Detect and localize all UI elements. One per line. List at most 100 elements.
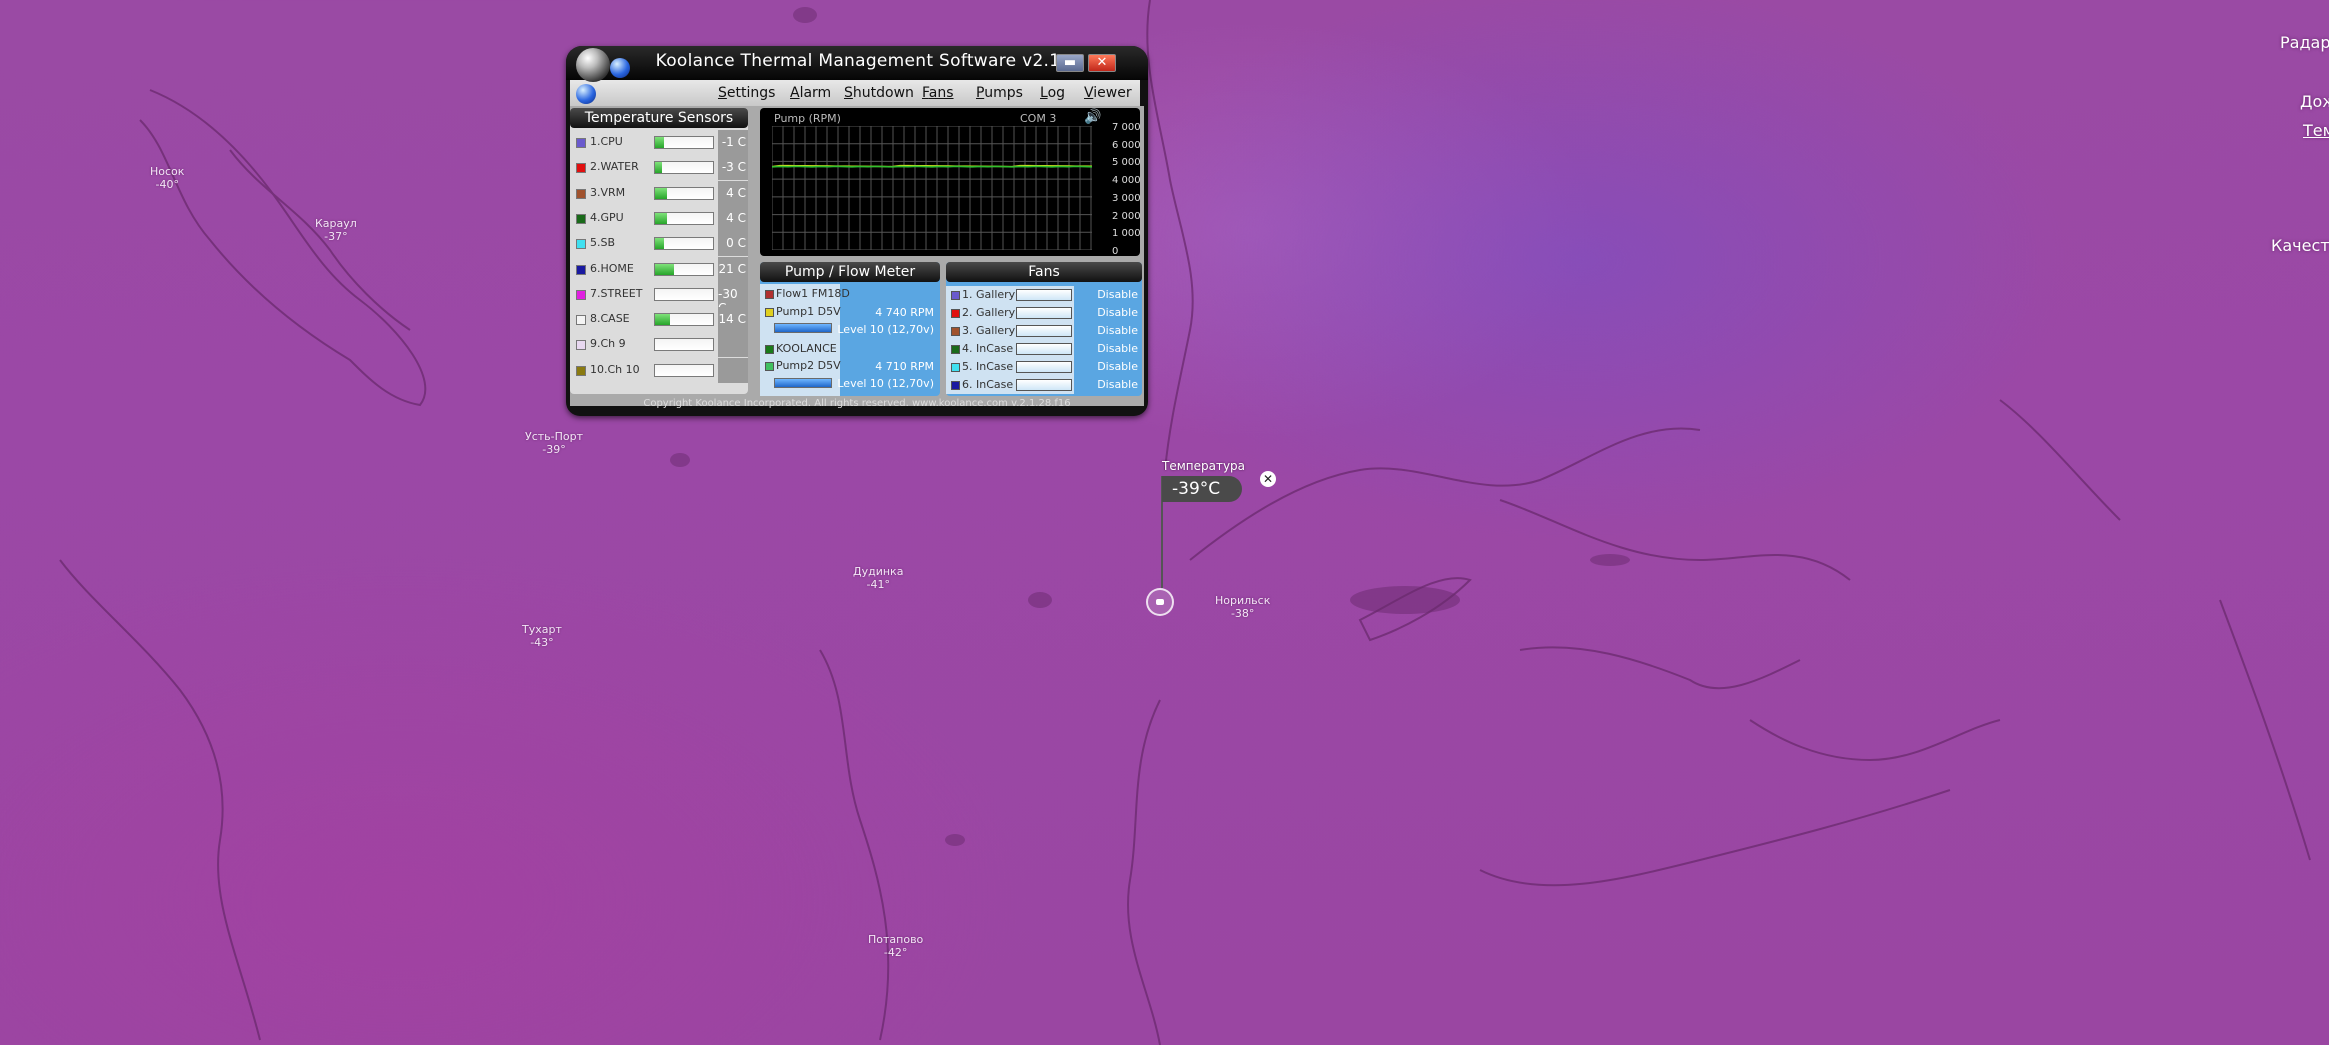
graph-plot — [772, 126, 1093, 250]
menu-settings[interactable]: Settings — [718, 85, 775, 101]
pump2-label: Pump2 D5V — [776, 359, 841, 372]
sensor-value-cell: 14 C — [718, 307, 748, 333]
side-menu-temperature[interactable]: Тем — [2303, 121, 2329, 140]
city-label[interactable]: Носок -40° — [150, 165, 184, 191]
menu-mnemonic: F — [922, 85, 929, 101]
fan-color-swatch — [951, 291, 960, 300]
flow1-label: Flow1 FM18D — [776, 287, 850, 300]
menu-bar: Settings Alarm Shutdown Fans Pumps Log V… — [640, 80, 1140, 106]
sensor-color-swatch[interactable] — [576, 239, 586, 250]
fan-disable-button[interactable]: Disable — [1097, 360, 1138, 373]
sensor-color-swatch[interactable] — [576, 188, 586, 199]
side-menu-quality[interactable]: Качеств — [2271, 236, 2329, 255]
pump-flow-meter-panel: Pump / Flow Meter Flow1 FM18D Pump1 D5V … — [760, 262, 940, 396]
city-temp: -43° — [530, 636, 554, 649]
pump1-level-bar[interactable] — [774, 323, 832, 333]
city-temp: -39° — [542, 443, 566, 456]
sensor-color-swatch[interactable] — [576, 138, 586, 148]
city-label[interactable]: Дудинка -41° — [853, 565, 903, 591]
city-label[interactable]: Усть-Порт -39° — [525, 430, 583, 456]
fan-disable-button[interactable]: Disable — [1097, 342, 1138, 355]
menu-viewer[interactable]: Viewer — [1084, 85, 1132, 101]
menu-label: ans — [928, 85, 954, 101]
location-marker-icon[interactable] — [1146, 588, 1174, 616]
pump2-level-bar[interactable] — [774, 378, 832, 388]
sensor-level-fill — [655, 137, 664, 148]
menu-label: iewer — [1093, 85, 1132, 101]
fan-speed-slider[interactable] — [1016, 343, 1072, 355]
sensor-level-bar — [654, 287, 714, 301]
menu-mnemonic: A — [790, 85, 800, 101]
fan-name: 5. InCase — [962, 360, 1014, 373]
fans-panel: Fans 1. Gallery Disable 2. Gallery Disable 3… — [946, 262, 1142, 396]
sensor-color-swatch[interactable] — [576, 264, 586, 275]
sensor-level-fill — [655, 212, 667, 224]
menu-fans[interactable]: Fans — [922, 85, 954, 101]
sensor-value-cell: -1 C — [718, 130, 748, 155]
sensor-name: 7.STREET — [590, 286, 643, 300]
temperature-sensors-header: Temperature Sensors — [570, 108, 748, 128]
menu-mnemonic: L — [1040, 85, 1048, 101]
sensor-value-cell: 4 C — [718, 180, 748, 206]
sensor-row: 3.VRM 4 C — [570, 180, 748, 206]
fans-header: Fans — [946, 262, 1142, 282]
map-terrain — [59, 0, 2311, 1045]
minimize-button[interactable]: ▬ — [1056, 54, 1084, 72]
sensor-color-swatch[interactable] — [576, 365, 586, 376]
sensor-value: 0 C — [726, 236, 746, 251]
speaker-icon[interactable]: 🔊 — [1084, 109, 1101, 125]
menu-mnemonic: V — [1084, 85, 1094, 101]
sensor-color-swatch[interactable] — [576, 289, 586, 300]
sensor-color-swatch[interactable] — [576, 213, 586, 224]
sensor-row: 2.WATER -3 C — [570, 155, 748, 181]
fan-speed-slider[interactable] — [1016, 289, 1072, 301]
window-title: Koolance Thermal Management Software v2.… — [655, 51, 1061, 71]
pump2-level-text: Level 10 (12,70v) — [837, 377, 934, 390]
popup-value: -39°C — [1162, 476, 1242, 502]
city-label[interactable]: Тухарт -43° — [522, 623, 562, 649]
fan-speed-slider[interactable] — [1016, 379, 1072, 391]
sensor-color-swatch[interactable] — [576, 340, 586, 351]
city-label[interactable]: Караул -37° — [315, 217, 357, 243]
sensor-level-fill — [655, 238, 664, 250]
title-bar[interactable]: Koolance Thermal Management Software v2.… — [566, 46, 1148, 80]
y-tick-label: 3 000 — [1112, 192, 1141, 204]
menu-pumps[interactable]: Pumps — [976, 85, 1023, 101]
sensor-value-cell — [718, 332, 748, 358]
fan-disable-button[interactable]: Disable — [1097, 288, 1138, 301]
sensor-value-cell: 21 C — [718, 256, 748, 282]
fan-speed-slider[interactable] — [1016, 361, 1072, 373]
weather-map[interactable]: Носок -40° Караул -37° Усть-Порт -39° Дудин… — [0, 0, 2329, 1045]
city-temp: -38° — [1230, 607, 1255, 620]
sensor-level-bar — [654, 262, 714, 276]
close-button[interactable]: ✕ — [1088, 54, 1116, 72]
sensor-level-bar — [654, 338, 714, 352]
koolance-logo-orb-icon — [610, 58, 630, 78]
menu-mnemonic: P — [976, 85, 985, 101]
fan-speed-slider[interactable] — [1016, 307, 1072, 319]
fan-disable-button[interactable]: Disable — [1097, 324, 1138, 337]
fan-row: 5. InCase Disable — [946, 358, 1142, 376]
pump2-rpm: 4 710 RPM — [875, 360, 934, 373]
fan-disable-button[interactable]: Disable — [1097, 306, 1138, 319]
menu-alarm[interactable]: Alarm — [790, 85, 831, 101]
city-label[interactable]: Потапово -42° — [868, 933, 923, 959]
menu-shutdown[interactable]: Shutdown — [844, 85, 914, 101]
y-tick-label: 1 000 — [1112, 228, 1141, 240]
fan-speed-slider[interactable] — [1016, 325, 1072, 337]
temperature-sensors-panel: Temperature Sensors 1.CPU -1 C 2.WATER -3 C… — [570, 108, 748, 394]
graph-title: Pump (RPM) — [774, 112, 841, 125]
koolance-logo-orb-icon — [576, 48, 610, 82]
city-label[interactable]: Норильск -38° — [1215, 594, 1270, 620]
sensor-color-swatch[interactable] — [576, 315, 586, 326]
side-menu-rain[interactable]: Дож — [2300, 92, 2329, 111]
fan-color-swatch — [951, 327, 960, 336]
menu-log[interactable]: Log — [1040, 85, 1065, 101]
side-menu-radar[interactable]: Радар — [2280, 33, 2329, 52]
koolance-window[interactable]: Koolance Thermal Management Software v2.… — [566, 46, 1148, 416]
fan-name: 3. Gallery — [962, 324, 1016, 337]
popup-close-icon[interactable]: ✕ — [1260, 471, 1276, 487]
sensor-color-swatch[interactable] — [576, 163, 586, 174]
city-temp: -42° — [883, 946, 908, 959]
fan-disable-button[interactable]: Disable — [1097, 378, 1138, 391]
